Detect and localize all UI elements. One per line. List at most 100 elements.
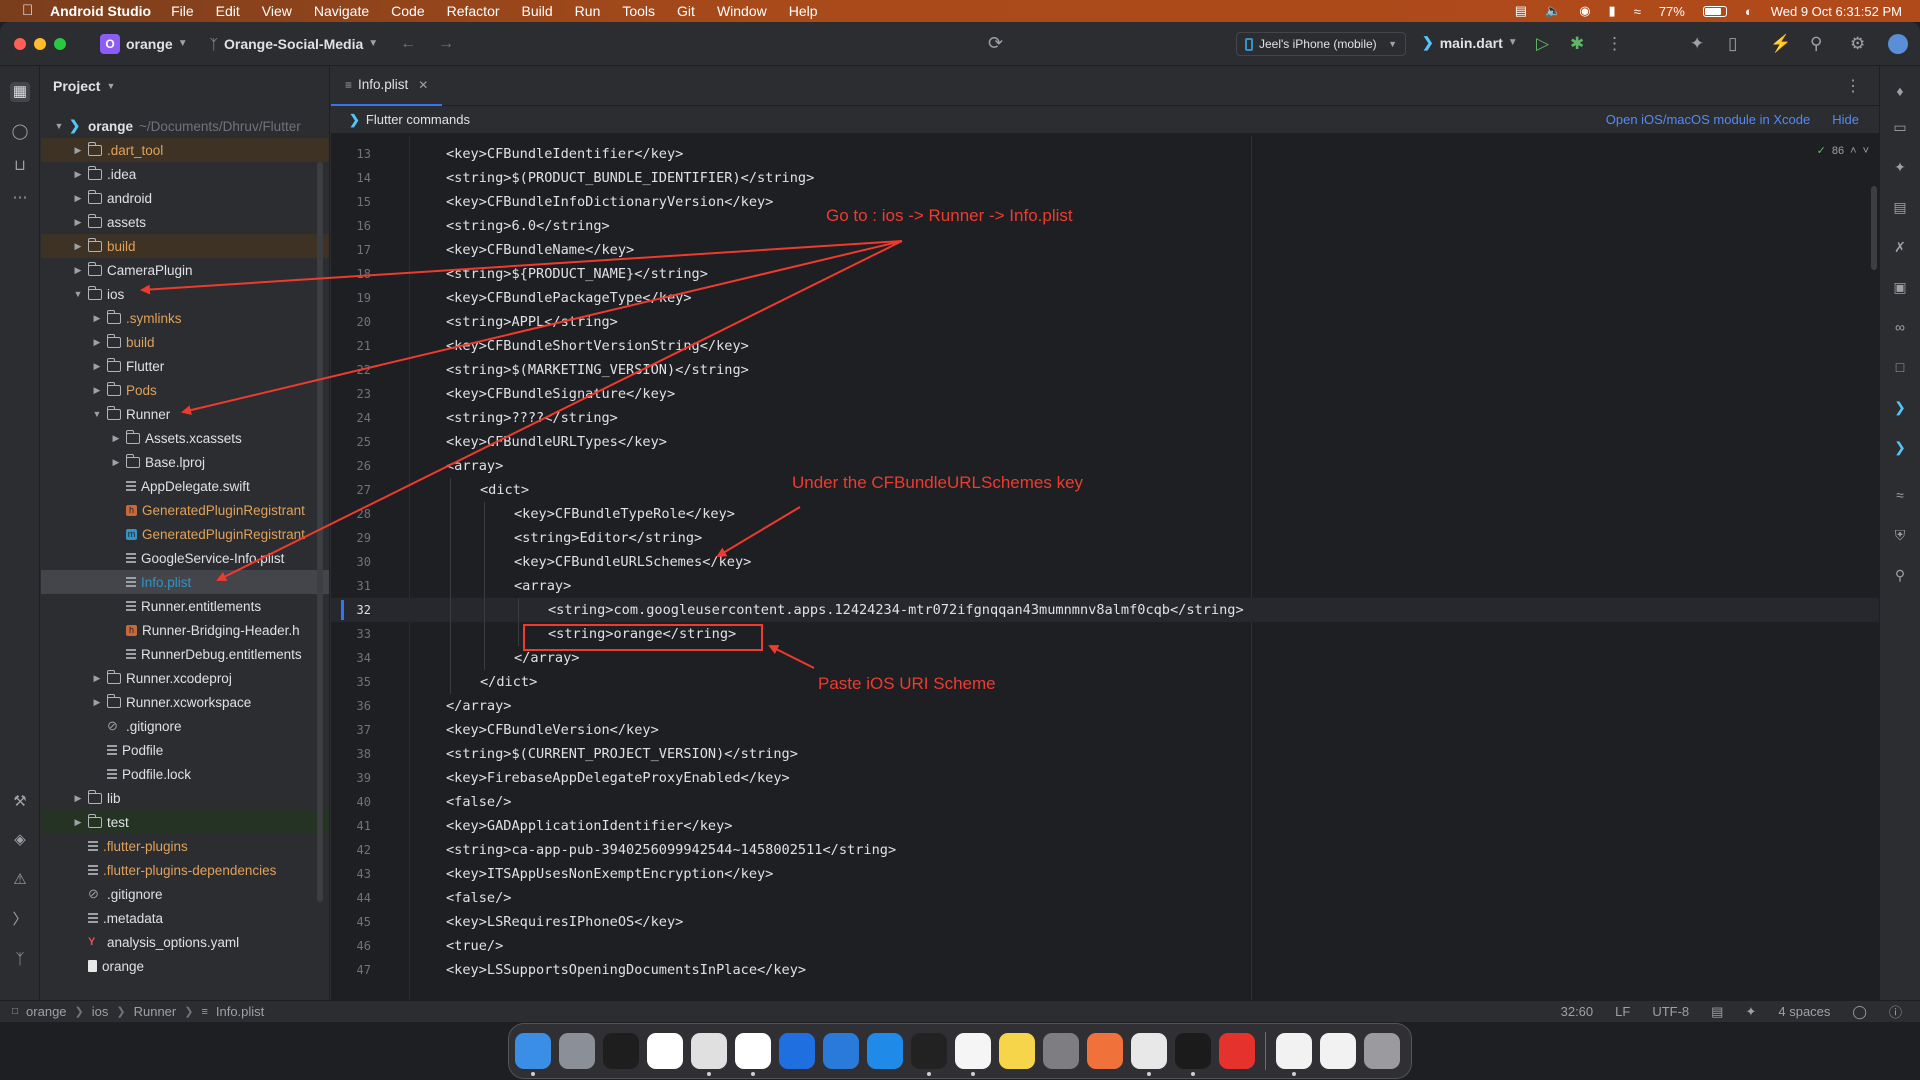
chevron-right-icon[interactable]: ▶	[91, 673, 103, 684]
chevron-right-icon[interactable]: ▶	[72, 265, 84, 276]
tree-item[interactable]: h Runner-Bridging-Header.h	[41, 618, 329, 642]
tree-item[interactable]: ▶ .dart_tool	[41, 138, 329, 162]
line-separator[interactable]: LF	[1615, 1004, 1630, 1019]
dock-app-pages[interactable]	[1087, 1033, 1123, 1069]
run-configuration-selector[interactable]: ❯ main.dart ▼	[1422, 34, 1518, 51]
dock-app-trash[interactable]	[1364, 1033, 1400, 1069]
code-line[interactable]: 47 <key>LSSupportsOpeningDocumentsInPlace…	[331, 958, 1879, 982]
shield-icon[interactable]: ⛨	[1891, 526, 1909, 544]
menu-window[interactable]: Window	[717, 3, 767, 19]
wifi-icon[interactable]: ≈	[1634, 4, 1641, 19]
menu-run[interactable]: Run	[575, 3, 601, 19]
tree-item[interactable]: ▶ test	[41, 810, 329, 834]
chevron-right-icon[interactable]: ▶	[110, 433, 122, 444]
chevron-right-icon[interactable]: ▶	[72, 793, 84, 804]
dock-app-chrome[interactable]	[691, 1033, 727, 1076]
layout-inspector-icon[interactable]: □	[1891, 358, 1909, 376]
terminal-icon[interactable]: 〉	[10, 910, 30, 930]
chevron-down-icon[interactable]: ▼	[53, 121, 65, 131]
account-avatar[interactable]	[1888, 34, 1908, 54]
git-icon[interactable]: ᛉ	[10, 950, 30, 970]
run-icon[interactable]: ▷	[1536, 34, 1549, 54]
code-line[interactable]: 20 <string>APPL</string>	[331, 310, 1879, 334]
tree-item[interactable]: ⊘ .gitignore	[41, 882, 329, 906]
dock-app-notes[interactable]	[999, 1033, 1035, 1069]
dock-app-terminal[interactable]	[911, 1033, 947, 1076]
open-xcode-link[interactable]: Open iOS/macOS module in Xcode	[1606, 112, 1811, 127]
link-icon[interactable]: ∞	[1891, 318, 1909, 336]
pull-requests-icon[interactable]: ⊔	[10, 156, 30, 176]
chevron-right-icon[interactable]: ▶	[72, 145, 84, 156]
close-tab-icon[interactable]: ✕	[418, 78, 428, 92]
dock-app-system-settings[interactable]	[1043, 1033, 1079, 1069]
device-file-icon[interactable]: ▭	[1891, 118, 1909, 136]
tree-item[interactable]: ▼ ❯ orange ~/Documents/Dhruv/Flutter	[41, 114, 329, 138]
build-hammer-icon[interactable]: ⚒	[10, 792, 30, 812]
plugin-icon[interactable]: ✦	[1690, 34, 1704, 54]
vcs-branch-selector[interactable]: Orange-Social-Media	[224, 36, 363, 52]
battery-icon[interactable]	[1702, 5, 1727, 17]
chevron-right-icon[interactable]: ▶	[110, 457, 122, 468]
dock-app-terminal[interactable]	[1175, 1033, 1211, 1076]
tree-item[interactable]: h GeneratedPluginRegistrant	[41, 498, 329, 522]
menu-edit[interactable]: Edit	[216, 3, 240, 19]
tree-item[interactable]: ▶ Runner.xcworkspace	[41, 690, 329, 714]
code-line[interactable]: 39 <key>FirebaseAppDelegateProxyEnabled</…	[331, 766, 1879, 790]
code-line[interactable]: 25 <key>CFBundleURLTypes</key>	[331, 430, 1879, 454]
tree-item[interactable]: RunnerDebug.entitlements	[41, 642, 329, 666]
code-line[interactable]: 16 <string>6.0</string>	[331, 214, 1879, 238]
tree-item[interactable]: ▼ Runner	[41, 402, 329, 426]
code-line[interactable]: 21 <key>CFBundleShortVersionString</key>	[331, 334, 1879, 358]
code-editor[interactable]: ✓ 86 ˄ ˅ 13 <key>CFBundleIdentifier</key>…	[331, 136, 1879, 1000]
code-line[interactable]: 45 <key>LSRequiresIPhoneOS</key>	[331, 910, 1879, 934]
menu-git[interactable]: Git	[677, 3, 695, 19]
chevron-right-icon[interactable]: ▶	[72, 241, 84, 252]
chevron-down-icon[interactable]: ▼	[91, 409, 103, 419]
menu-navigate[interactable]: Navigate	[314, 3, 369, 19]
tree-item[interactable]: Podfile	[41, 738, 329, 762]
image-asset-icon[interactable]: ▣	[1891, 278, 1909, 296]
dock-app-app-store[interactable]	[647, 1033, 683, 1069]
breadcrumb-item[interactable]: Info.plist	[216, 1004, 264, 1019]
power-save-icon[interactable]: ✦	[1745, 1004, 1756, 1020]
menu-build[interactable]: Build	[522, 3, 553, 19]
notifications-bell-icon[interactable]: ♦	[1891, 82, 1909, 100]
tree-item[interactable]: ▶ CameraPlugin	[41, 258, 329, 282]
tree-item[interactable]: Runner.entitlements	[41, 594, 329, 618]
tree-item[interactable]: .metadata	[41, 906, 329, 930]
gemini-icon[interactable]: ✦	[1891, 158, 1909, 176]
menu-file[interactable]: File	[171, 3, 194, 19]
project-view-selector[interactable]: Project ▼	[41, 66, 329, 106]
dock-app-preview[interactable]	[1320, 1033, 1356, 1069]
tree-item[interactable]: ▶ Runner.xcodeproj	[41, 666, 329, 690]
code-line[interactable]: 22 <string>$(MARKETING_VERSION)</string>	[331, 358, 1879, 382]
hide-banner-link[interactable]: Hide	[1832, 112, 1859, 127]
dock-app-slack[interactable]	[735, 1033, 771, 1076]
code-line[interactable]: 38 <string>$(CURRENT_PROJECT_VERSION)</st…	[331, 742, 1879, 766]
close-window-button[interactable]	[14, 37, 26, 50]
tab-options-icon[interactable]: ⋮	[1845, 76, 1861, 96]
dock-app-anydesk[interactable]	[1219, 1033, 1255, 1069]
code-line[interactable]: 43 <key>ITSAppUsesNonExemptEncryption</ke…	[331, 862, 1879, 886]
menu-refactor[interactable]: Refactor	[447, 3, 500, 19]
menu-view[interactable]: View	[262, 3, 292, 19]
tree-item[interactable]: .flutter-plugins	[41, 834, 329, 858]
dock-app-safari[interactable]	[867, 1033, 903, 1069]
clock[interactable]: Wed 9 Oct 6:31:52 PM	[1771, 4, 1902, 19]
code-line[interactable]: 14 <string>$(PRODUCT_BUNDLE_IDENTIFIER)</…	[331, 166, 1879, 190]
code-line[interactable]: 36 </array>	[331, 694, 1879, 718]
breadcrumb-item[interactable]: Runner	[134, 1004, 177, 1019]
chevron-right-icon[interactable]: ▶	[91, 385, 103, 396]
code-line[interactable]: 26 <array>	[331, 454, 1879, 478]
code-line[interactable]: 23 <key>CFBundleSignature</key>	[331, 382, 1879, 406]
tree-item[interactable]: orange	[41, 954, 329, 978]
app-menu[interactable]: Android Studio	[50, 3, 151, 19]
chevron-right-icon[interactable]: ▶	[72, 169, 84, 180]
more-tools-icon[interactable]: ⋯	[10, 188, 30, 208]
code-line[interactable]: 41 <key>GADApplicationIdentifier</key>	[331, 814, 1879, 838]
problems-icon[interactable]: ⚠	[10, 870, 30, 890]
tree-item[interactable]: .flutter-plugins-dependencies	[41, 858, 329, 882]
clipboard-icon[interactable]: ▤	[1891, 198, 1909, 216]
code-line[interactable]: 15 <key>CFBundleInfoDictionaryVersion</ke…	[331, 190, 1879, 214]
debug-icon[interactable]: ✱	[1570, 34, 1584, 54]
